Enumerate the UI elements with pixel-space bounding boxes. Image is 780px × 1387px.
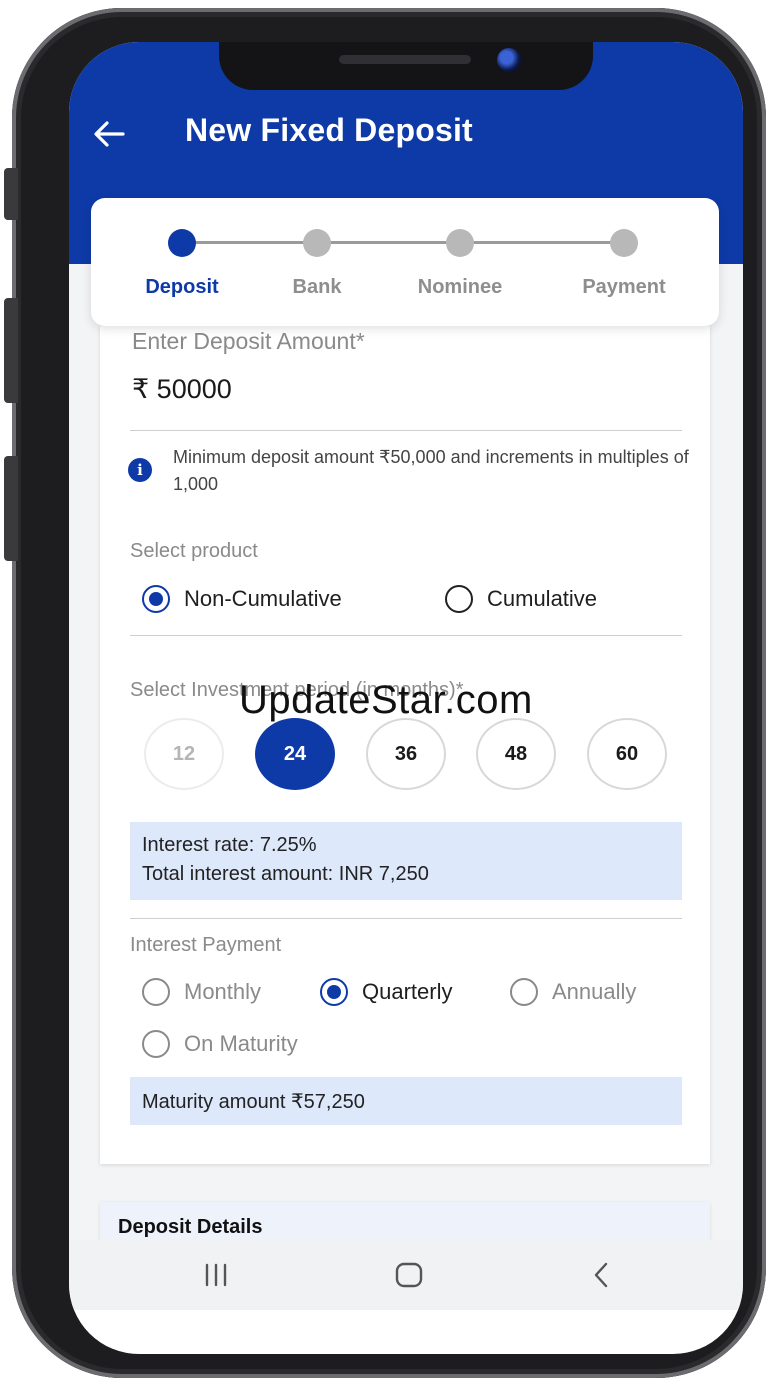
deposit-form-card: Enter Deposit Amount* ₹ 50000 i Minimum … [100,326,710,1164]
camera [497,48,521,72]
radio-indicator [142,1030,170,1058]
screen: New Fixed Deposit Enter Deposit Amount* … [69,42,743,1354]
step-label-deposit[interactable]: Deposit [112,276,252,299]
radio-indicator [510,978,538,1006]
radio-label: Annually [552,979,637,1004]
interest-summary: Interest rate: 7.25% Total interest amou… [130,822,682,900]
radio-annually[interactable]: Annually [510,978,636,1006]
radio-on-maturity[interactable]: On Maturity [142,1030,298,1058]
step-dot-deposit [168,229,196,257]
deposit-amount-input[interactable]: ₹ 50000 [132,374,232,405]
side-button [4,456,18,561]
step-label-nominee[interactable]: Nominee [390,276,530,299]
period-option-48[interactable]: 48 [476,718,556,790]
radio-quarterly[interactable]: Quarterly [320,978,452,1006]
watermark: UpdateStar.com [239,678,533,722]
step-dot-nominee [446,229,474,257]
product-label: Select product [130,540,258,562]
radio-non-cumulative[interactable]: Non-Cumulative [142,585,342,613]
deposit-details-title: Deposit Details [118,1216,263,1238]
radio-label: Quarterly [362,979,453,1004]
system-nav-bar [69,1240,743,1310]
step-label-bank[interactable]: Bank [247,276,387,299]
deposit-info-text: Minimum deposit amount ₹50,000 and incre… [173,447,689,494]
step-dot-payment [610,229,638,257]
period-option-12[interactable]: 12 [144,718,224,790]
radio-label: Monthly [184,979,262,1004]
radio-label: On Maturity [184,1031,298,1056]
radio-label: Cumulative [487,586,598,611]
divider [130,635,682,636]
side-button [4,298,18,403]
period-option-24[interactable]: 24 [255,718,335,790]
interest-rate: Interest rate: 7.25% [142,834,317,856]
recent-apps-icon[interactable] [201,1260,231,1290]
divider [130,430,682,431]
back-arrow-icon[interactable] [91,116,127,152]
divider [130,918,682,919]
interest-total: Total interest amount: INR 7,250 [142,863,429,885]
radio-indicator [445,585,473,613]
step-connector [460,241,624,244]
radio-selected-indicator [142,585,170,613]
radio-monthly[interactable]: Monthly [142,978,261,1006]
progress-stepper: Deposit Bank Nominee Payment [91,198,719,326]
step-label-payment[interactable]: Payment [554,276,694,299]
step-dot-bank [303,229,331,257]
back-nav-icon[interactable] [587,1260,617,1290]
radio-cumulative[interactable]: Cumulative [445,585,597,613]
deposit-amount-label: Enter Deposit Amount* [132,328,365,354]
info-icon: i [128,458,152,482]
period-option-36[interactable]: 36 [366,718,446,790]
page-title: New Fixed Deposit [185,112,473,148]
radio-selected-indicator [320,978,348,1006]
maturity-summary: Maturity amount ₹57,250 [130,1077,682,1125]
period-option-60[interactable]: 60 [587,718,667,790]
maturity-amount: Maturity amount ₹57,250 [142,1091,365,1113]
radio-label: Non-Cumulative [184,586,342,611]
phone-frame: New Fixed Deposit Enter Deposit Amount* … [4,8,766,1378]
notch [219,42,593,90]
home-icon[interactable] [394,1260,424,1290]
radio-indicator [142,978,170,1006]
interest-payment-label: Interest Payment [130,934,282,956]
speaker [339,55,471,64]
step-connector [183,241,317,244]
step-connector [317,241,460,244]
side-button [4,168,18,220]
